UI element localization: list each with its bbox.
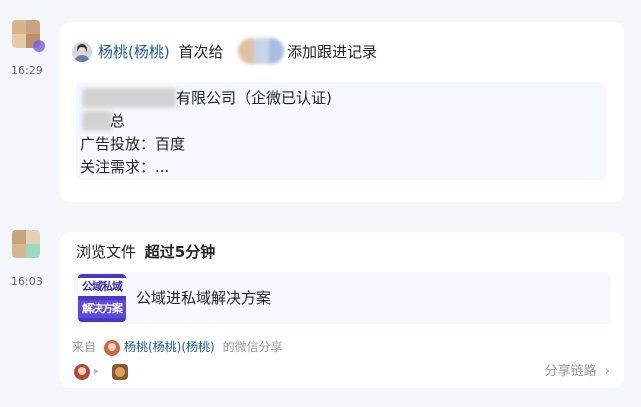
thumbnail-text-bottom: 解决方案 [78,300,126,318]
sharer-avatar [104,340,120,356]
ad-channel: 广告投放：百度 [80,135,186,153]
event-duration: 超过5分钟 [144,243,216,261]
entry-time: 16:03 [11,275,43,288]
thumbnail-text-top: 公域私域 [78,278,126,296]
action-suffix: 添加跟进记录 [287,43,378,61]
file-thumbnail: 公域私域 解决方案 [78,274,126,322]
company-name-redacted [82,88,176,108]
customer-avatar-blurred[interactable] [238,38,284,64]
contact-title: 总 [110,112,126,130]
file-view-card: 浏览文件 超过5分钟 公域私域 解决方案 公域进私域解决方案 来自 杨桃(杨桃)… [60,232,624,388]
actor-name-link[interactable]: 杨桃(杨桃) [98,43,170,61]
file-title: 公域进私域解决方案 [136,289,272,307]
contact-name-redacted [82,111,112,131]
sharer-name-link[interactable]: 杨桃(杨桃)(杨桃) [124,340,215,354]
share-path-avatar-2 [112,364,128,380]
chevron-right-icon[interactable]: › [605,364,610,379]
followup-details: 有限公司（企微已认证) 总 广告投放：百度 关注需求：... [76,82,606,180]
status-dot [33,40,45,52]
event-label: 浏览文件 [76,243,137,261]
source-suffix: 的微信分享 [222,340,283,354]
file-item[interactable]: 公域私域 解决方案 公域进私域解决方案 [74,272,610,324]
actor-avatar [72,42,92,62]
share-chain-link[interactable]: 分享链路 [545,364,597,379]
company-name: 有限公司（企微已认证) [176,89,332,107]
share-path-avatar-1 [74,364,90,380]
entry-time: 16:29 [11,64,43,77]
focus-need: 关注需求：... [80,158,170,176]
action-prefix: 首次给 [178,43,224,61]
contact-avatar [12,230,40,258]
followup-card: 杨桃(杨桃) 首次给 添加跟进记录 有限公司（企微已认证) 总 广告投放：百度 … [60,22,624,202]
source-prefix: 来自 [72,340,97,354]
share-path-arrow-icon: ▸ [94,366,100,377]
